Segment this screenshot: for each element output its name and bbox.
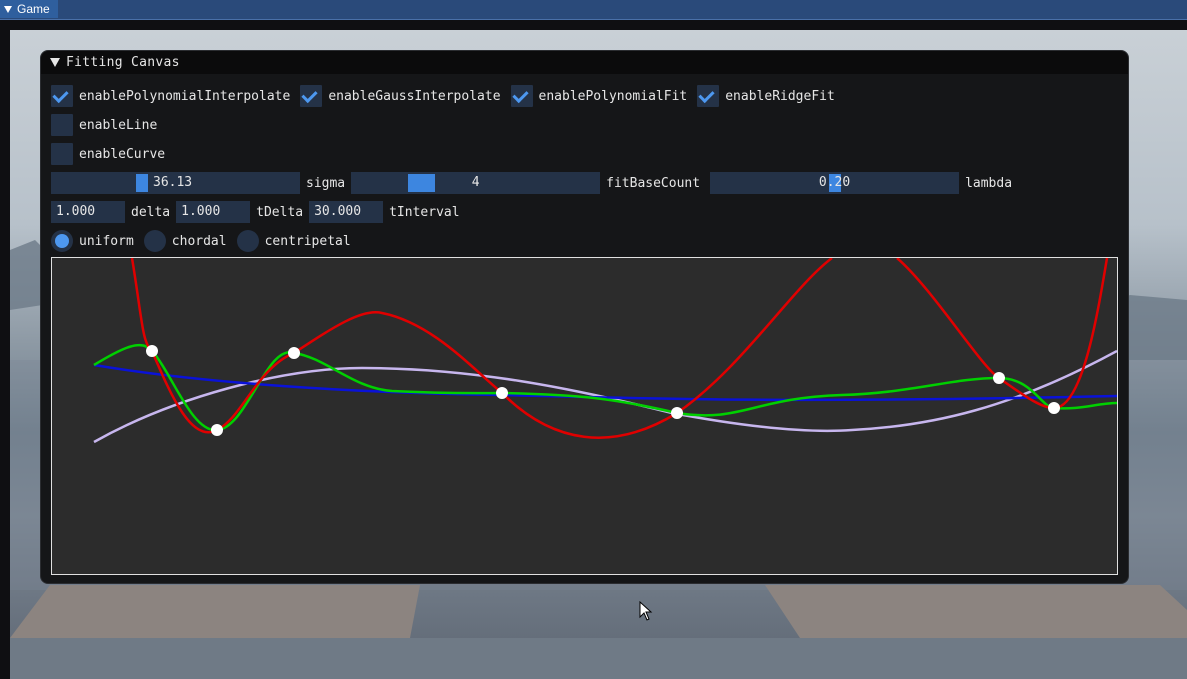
- radio-centripetal[interactable]: centripetal: [236, 230, 351, 252]
- checkbox-label: enableLine: [79, 117, 158, 133]
- slider-row: 36.13 sigma 4 fitBaseCount 0.20 lambda: [51, 172, 1018, 194]
- mouse-cursor-icon: [639, 601, 653, 621]
- slider-label: lambda: [965, 175, 1013, 191]
- checkbox-box[interactable]: [300, 85, 323, 107]
- control-point[interactable]: [288, 347, 300, 359]
- fitting-canvas-window: Fitting Canvas enablePolynomialInterpola…: [40, 50, 1129, 584]
- input-label: delta: [131, 204, 171, 220]
- input-label: tInterval: [389, 204, 460, 220]
- fit-base-count-slider[interactable]: 4: [351, 172, 601, 194]
- control-point[interactable]: [1048, 402, 1060, 414]
- checkbox-label: enablePolynomialInterpolate: [79, 88, 291, 104]
- collapse-arrow-icon[interactable]: [4, 5, 12, 13]
- canvas-plot: [93, 258, 1117, 444]
- t-interval-input[interactable]: 30.000: [309, 201, 384, 223]
- polynomial-fit-curve: [93, 363, 1117, 402]
- checkbox-polynomial-interpolate[interactable]: enablePolynomialInterpolate: [51, 85, 290, 107]
- checkbox-gauss-interpolate[interactable]: enableGaussInterpolate: [300, 85, 501, 107]
- tab-game[interactable]: Game: [0, 0, 58, 18]
- checkbox-label: enableRidgeFit: [725, 88, 835, 104]
- polynomial-interpolate-curve: [130, 258, 1109, 439]
- slider-label: fitBaseCount: [606, 175, 701, 191]
- checkbox-ridge-fit[interactable]: enableRidgeFit: [697, 85, 835, 107]
- checkbox-label: enableGaussInterpolate: [328, 88, 501, 104]
- checkbox-box[interactable]: [697, 85, 720, 107]
- fitting-canvas[interactable]: [51, 257, 1118, 575]
- control-point[interactable]: [211, 424, 223, 436]
- radio-label: chordal: [171, 233, 227, 249]
- radio-dot[interactable]: [143, 230, 166, 252]
- collapse-triangle-icon[interactable]: [50, 58, 60, 67]
- checkbox-enable-line[interactable]: enableLine: [51, 114, 157, 136]
- checkbox-row-curve: enableCurve: [51, 143, 175, 165]
- window-title-bar[interactable]: Fitting Canvas: [41, 51, 1128, 74]
- control-point[interactable]: [146, 345, 158, 357]
- checkbox-enable-curve[interactable]: enableCurve: [51, 143, 165, 165]
- control-point[interactable]: [671, 407, 683, 419]
- checkbox-label: enableCurve: [79, 146, 166, 162]
- t-delta-input[interactable]: 1.000: [176, 201, 251, 223]
- radio-dot[interactable]: [236, 230, 259, 252]
- checkbox-row-line: enableLine: [51, 114, 167, 136]
- delta-input[interactable]: 1.000: [51, 201, 125, 223]
- sigma-slider[interactable]: 36.13: [51, 172, 300, 194]
- lambda-slider[interactable]: 0.20: [710, 172, 960, 194]
- control-point[interactable]: [993, 372, 1005, 384]
- slider-label: sigma: [306, 175, 346, 191]
- game-tab-bar: Game: [0, 0, 1187, 20]
- window-title: Fitting Canvas: [66, 55, 180, 70]
- checkbox-box[interactable]: [51, 143, 73, 165]
- radio-uniform[interactable]: uniform: [51, 230, 134, 252]
- parameterization-radio-row: uniform chordal centripetal: [51, 230, 361, 252]
- radio-chordal[interactable]: chordal: [143, 230, 227, 252]
- gauss-interpolate-curve: [93, 343, 1117, 432]
- radio-label: uniform: [79, 233, 134, 249]
- input-label: tDelta: [256, 204, 304, 220]
- control-point[interactable]: [496, 387, 508, 399]
- checkbox-box[interactable]: [51, 114, 73, 136]
- radio-label: centripetal: [264, 233, 351, 249]
- slider-value: 4: [471, 175, 480, 190]
- checkbox-box[interactable]: [51, 85, 73, 107]
- input-row: 1.000 delta 1.000 tDelta 30.000 tInterva…: [51, 201, 466, 223]
- checkbox-polynomial-fit[interactable]: enablePolynomialFit: [510, 85, 688, 107]
- checkbox-label: enablePolynomialFit: [538, 88, 688, 104]
- checkbox-box[interactable]: [510, 85, 533, 107]
- slider-value: 0.20: [818, 175, 851, 190]
- slider-value: 36.13: [153, 175, 193, 190]
- radio-dot[interactable]: [51, 230, 73, 252]
- tab-game-label: Game: [17, 2, 50, 16]
- checkbox-row-fits: enablePolynomialInterpolate enableGaussI…: [51, 85, 845, 107]
